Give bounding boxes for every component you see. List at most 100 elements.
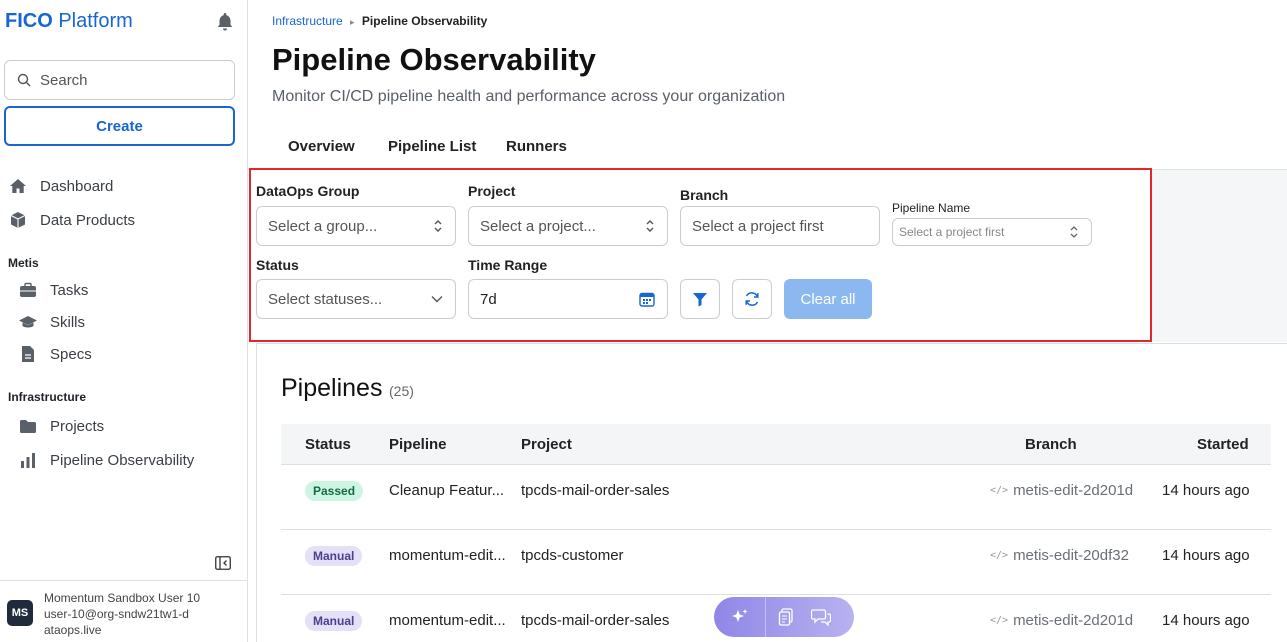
feedback-button[interactable] (806, 597, 836, 637)
chevron-up-down-icon (434, 220, 442, 232)
filter-label-status: Status (256, 257, 299, 273)
filter-icon (693, 293, 707, 307)
sidebar-item-label: Pipeline Observability (50, 451, 195, 469)
status-badge: Passed (305, 481, 364, 501)
copy-button[interactable] (766, 597, 806, 637)
collapse-sidebar-icon[interactable] (215, 556, 231, 570)
search-icon (17, 73, 31, 87)
started-time: 14 hours ago (1162, 612, 1250, 629)
branch-name: </> metis-edit-2d201d (990, 482, 1133, 499)
sidebar-item-projects[interactable]: Projects (18, 417, 104, 435)
code-icon: </> (990, 550, 1009, 561)
sidebar: FICO Platform Search Create Dashboard Da… (0, 0, 248, 642)
breadcrumb-current: Pipeline Observability (361, 14, 488, 28)
table-header: Status Pipeline Project Branch Started (281, 424, 1271, 465)
pipelines-title: Pipelines (281, 374, 383, 402)
project-select[interactable]: Select a project... (468, 206, 668, 246)
time-range-value: 7d (480, 290, 497, 308)
column-header-project[interactable]: Project (521, 436, 572, 453)
bell-icon[interactable] (216, 12, 234, 32)
graduation-cap-icon (18, 313, 38, 331)
sidebar-item-dashboard[interactable]: Dashboard (8, 177, 113, 195)
sidebar-item-pipeline-observability[interactable]: Pipeline Observability (18, 451, 194, 469)
status-placeholder: Select statuses... (268, 290, 383, 308)
branch-placeholder: Select a project first (692, 217, 824, 235)
pipelines-count: (25) (389, 383, 414, 399)
chevron-up-down-icon (646, 220, 654, 232)
home-icon (8, 177, 28, 195)
pipeline-name-select[interactable]: Select a project first (892, 218, 1092, 246)
chevron-down-icon (431, 296, 443, 303)
column-header-branch[interactable]: Branch (1025, 436, 1077, 453)
code-icon: </> (990, 485, 1009, 496)
started-time: 14 hours ago (1162, 482, 1250, 499)
code-icon: </> (990, 615, 1009, 626)
tab-overview[interactable]: Overview (288, 138, 355, 155)
apply-filter-button[interactable] (680, 279, 720, 319)
dataops-group-placeholder: Select a group... (268, 217, 378, 235)
time-range-input[interactable]: 7d (468, 279, 668, 319)
filter-background (1152, 170, 1287, 342)
chat-bubbles-icon (811, 609, 831, 626)
sidebar-item-data-products[interactable]: Data Products (8, 211, 135, 229)
pipeline-name[interactable]: Cleanup Featur... (389, 482, 504, 499)
brand-logo[interactable]: FICO Platform (5, 10, 133, 33)
document-icon (18, 345, 38, 363)
status-badge: Manual (305, 611, 363, 631)
table-row[interactable]: Passed Cleanup Featur... tpcds-mail-orde… (281, 465, 1271, 530)
folder-icon (18, 417, 38, 435)
filter-label-pipeline-name: Pipeline Name (892, 201, 971, 215)
pipeline-name[interactable]: momentum-edit... (389, 547, 506, 564)
breadcrumb: Infrastructure ▸ Pipeline Observability (272, 14, 487, 28)
project-name[interactable]: tpcds-customer (521, 547, 624, 564)
filter-label-project: Project (468, 183, 516, 199)
user-info: Momentum Sandbox User 10 user-10@org-snd… (44, 590, 244, 638)
refresh-icon (745, 292, 759, 306)
search-input[interactable]: Search (4, 60, 235, 100)
ai-assistant-button[interactable] (714, 597, 766, 637)
avatar: MS (7, 600, 33, 626)
section-label-metis: Metis (8, 256, 39, 270)
branch-label: metis-edit-2d201d (1013, 612, 1134, 629)
breadcrumb-link-infrastructure[interactable]: Infrastructure (272, 14, 343, 28)
user-name: Momentum Sandbox User 10 (44, 591, 201, 605)
sidebar-item-tasks[interactable]: Tasks (18, 281, 88, 299)
brand-logo-text: Platform (58, 10, 133, 32)
sidebar-item-label: Tasks (50, 281, 89, 299)
tab-runners[interactable]: Runners (506, 138, 567, 155)
clipboard-icon (778, 608, 793, 626)
page-title: Pipeline Observability (272, 42, 596, 77)
branch-name: </> metis-edit-2d201d (990, 612, 1133, 629)
branch-name: </> metis-edit-20df32 (990, 547, 1129, 564)
refresh-button[interactable] (732, 279, 772, 319)
project-name[interactable]: tpcds-mail-order-sales (521, 482, 669, 499)
sidebar-item-label: Dashboard (40, 177, 114, 195)
branch-input[interactable]: Select a project first (680, 206, 880, 246)
create-button[interactable]: Create (4, 106, 235, 146)
column-header-started[interactable]: Started (1197, 436, 1249, 453)
dataops-group-select[interactable]: Select a group... (256, 206, 456, 246)
column-header-status[interactable]: Status (305, 436, 351, 453)
sidebar-item-label: Specs (50, 345, 92, 363)
cube-icon (8, 211, 28, 229)
tab-pipeline-list[interactable]: Pipeline List (388, 138, 476, 155)
pipeline-name[interactable]: momentum-edit... (389, 612, 506, 629)
floating-action-bar (714, 597, 854, 637)
user-profile[interactable]: MS Momentum Sandbox User 10 user-10@org-… (0, 580, 248, 642)
table-row[interactable]: Manual momentum-edit... tpcds-customer <… (281, 530, 1271, 595)
column-header-pipeline[interactable]: Pipeline (389, 436, 447, 453)
chevron-up-down-icon (1070, 226, 1078, 238)
branch-label: metis-edit-2d201d (1013, 482, 1134, 499)
filter-label-branch: Branch (680, 187, 729, 203)
briefcase-icon (18, 281, 38, 299)
calendar-icon[interactable] (639, 291, 655, 307)
user-email: user-10@org-sndw21tw1-dataops.live (44, 607, 189, 637)
brand-logo-bold: FICO (5, 10, 53, 32)
status-select[interactable]: Select statuses... (256, 279, 456, 319)
sidebar-item-skills[interactable]: Skills (18, 313, 85, 331)
sidebar-item-specs[interactable]: Specs (18, 345, 92, 363)
bar-chart-icon (18, 451, 38, 469)
app-root: FICO Platform Search Create Dashboard Da… (0, 0, 1287, 642)
clear-all-button[interactable]: Clear all (784, 279, 872, 319)
project-name[interactable]: tpcds-mail-order-sales (521, 612, 669, 629)
